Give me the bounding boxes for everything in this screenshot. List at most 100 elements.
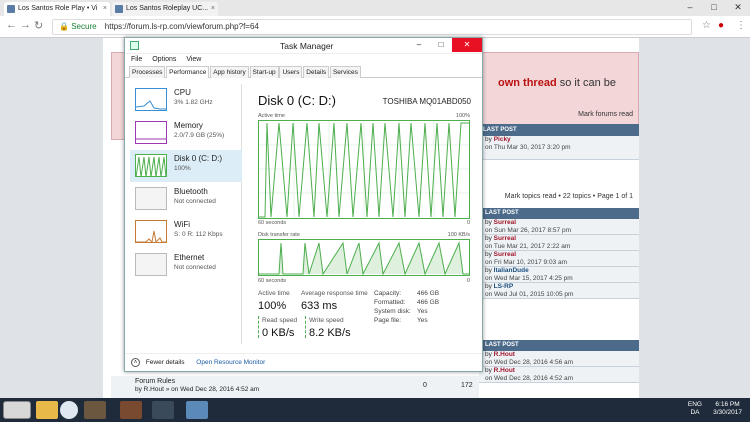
graph2-right: 0 <box>466 278 470 284</box>
window-title: Task Manager <box>280 41 334 51</box>
chevron-up-icon[interactable]: ˄ <box>131 358 140 367</box>
read-speed-value: 0 KB/s <box>262 327 295 339</box>
detail-key: Formatted: <box>374 299 406 306</box>
sidebar-item-sub: 100% <box>174 165 191 172</box>
sidebar-item-wifi[interactable]: WiFi S: 0 R: 112 Kbps <box>130 216 242 248</box>
window-controls: – □ ✕ <box>678 0 750 16</box>
taskbar: ENG DA 6:16 PM 3/30/2017 <box>0 398 750 422</box>
sidebar-item-label: Memory <box>174 121 203 130</box>
task-manager-taskbar-icon[interactable] <box>186 401 208 419</box>
close-icon[interactable]: ✕ <box>452 38 482 52</box>
secure-label: Secure <box>71 22 97 31</box>
task-manager-window: Task Manager – □ ✕ File Options View Pro… <box>124 37 483 372</box>
detail-key: Page file: <box>374 317 402 324</box>
disk-model: TOSHIBA MQ01ABD050 <box>382 97 471 106</box>
close-tab-icon[interactable]: × <box>211 2 215 16</box>
topic-pagination[interactable]: Mark topics read • 22 topics • Page 1 of… <box>505 193 633 200</box>
graph2-max: 100 KB/s <box>447 232 470 238</box>
browser-tab-strip: Los Santos Role Play • Vi × Los Santos R… <box>0 0 750 16</box>
transfer-rate-graph <box>258 239 470 276</box>
back-icon[interactable]: ← <box>6 19 17 31</box>
reload-icon[interactable]: ↻ <box>34 19 43 32</box>
sidebar-item-disk[interactable]: Disk 0 (C: D:) 100% <box>130 150 242 182</box>
write-speed-label: Write speed <box>309 317 344 324</box>
avg-response-value: 633 ms <box>301 300 338 312</box>
menu-icon[interactable]: ⋮ <box>736 20 746 31</box>
minimize-icon[interactable]: – <box>408 38 430 52</box>
bluetooth-thumbnail <box>135 187 167 210</box>
disk-detail-panel: Disk 0 (C: D:) TOSHIBA MQ01ABD050 Active… <box>253 84 479 344</box>
user-link[interactable]: Picky <box>494 136 511 143</box>
maximize-icon[interactable]: □ <box>430 38 452 52</box>
language-indicator[interactable]: ENG DA <box>688 401 702 417</box>
sidebar-item-memory[interactable]: Memory 2.0/7.9 GB (25%) <box>130 117 242 149</box>
tab-app-history[interactable]: App history <box>210 66 249 78</box>
game-icon[interactable] <box>84 401 106 419</box>
close-icon[interactable]: ✕ <box>726 0 750 16</box>
active-time-graph <box>258 120 470 219</box>
last-post-header-2: LAST POST <box>479 208 639 219</box>
transfer-rate-plot <box>259 241 469 276</box>
sidebar-item-sub: Not connected <box>174 264 216 271</box>
clock[interactable]: 6:16 PM 3/30/2017 <box>713 401 742 417</box>
tab-label: Los Santos Roleplay UC... <box>126 5 209 12</box>
sidebar-item-bluetooth[interactable]: Bluetooth Not connected <box>130 183 242 215</box>
announcement-row: by Surreal on Sun Mar 26, 2017 8:57 pm <box>479 219 639 235</box>
disk-title: Disk 0 (C: D:) <box>258 93 336 108</box>
tab-start-up[interactable]: Start-up <box>249 66 279 78</box>
cpu-thumbnail <box>135 88 167 111</box>
tab-services[interactable]: Services <box>329 66 361 78</box>
extension-icon[interactable]: ● <box>718 20 724 31</box>
sidebar-item-sub: Not connected <box>174 198 216 205</box>
fewer-details-button[interactable]: Fewer details <box>146 359 185 366</box>
minimize-icon[interactable]: – <box>678 0 702 16</box>
graph1-right: 0 <box>466 220 470 226</box>
browser-toolbar: ← → ↻ 🔒 Secure https://forum.ls-rp.com/v… <box>0 16 750 38</box>
mark-forums-read-link[interactable]: Mark forums read <box>578 111 633 118</box>
tab-processes[interactable]: Processes <box>129 66 166 78</box>
close-tab-icon[interactable]: × <box>103 2 107 16</box>
browser-tab-1[interactable]: Los Santos Role Play • Vi × <box>4 2 110 16</box>
open-resource-monitor-link[interactable]: Open Resource Monitor <box>196 359 265 366</box>
sidebar-item-label: WiFi <box>174 220 190 229</box>
topic-row: by R.Hout on Wed Dec 28, 2016 4:56 am <box>479 351 639 367</box>
menu-options[interactable]: Options <box>152 56 176 63</box>
active-time-value: 100% <box>258 300 287 312</box>
announcement-row: by LS-RP on Wed Jul 01, 2015 10:05 pm <box>479 283 639 299</box>
app-icon[interactable] <box>152 401 174 419</box>
browser-tab-2[interactable]: Los Santos Roleplay UC... × <box>112 2 218 16</box>
topic-replies: 0 <box>423 382 427 389</box>
tab-users[interactable]: Users <box>279 66 303 78</box>
menu-bar: File Options View <box>125 54 482 66</box>
announcement-row: by Surreal on Fri Mar 10, 2017 9:03 am <box>479 251 639 267</box>
detail-value: 466 GB <box>417 299 440 306</box>
topic-title[interactable]: Forum Rules <box>135 378 175 385</box>
task-manager-titlebar[interactable]: Task Manager – □ ✕ <box>125 38 482 54</box>
chrome-icon[interactable] <box>60 401 78 419</box>
sidebar-item-sub: S: 0 R: 112 Kbps <box>174 231 223 238</box>
menu-file[interactable]: File <box>131 56 142 63</box>
maximize-icon[interactable]: □ <box>702 0 726 16</box>
topic-views: 172 <box>461 382 473 389</box>
sidebar-item-ethernet[interactable]: Ethernet Not connected <box>130 249 242 281</box>
sidebar-item-cpu[interactable]: CPU 3% 1.82 GHz <box>130 84 242 116</box>
menu-view[interactable]: View <box>186 56 201 63</box>
detail-value: Yes <box>417 317 428 324</box>
graph1-left: 60 seconds <box>258 220 287 226</box>
file-explorer-icon[interactable] <box>36 401 58 419</box>
forward-icon[interactable]: → <box>20 19 31 31</box>
read-separator <box>258 316 259 338</box>
address-bar[interactable]: 🔒 Secure https://forum.ls-rp.com/viewfor… <box>52 19 692 35</box>
star-icon[interactable]: ☆ <box>702 20 711 31</box>
forum-rules-row[interactable]: Forum Rules by R.Hout » on Wed Dec 28, 2… <box>111 376 479 398</box>
active-time-label: Active time <box>258 290 290 297</box>
tab-details[interactable]: Details <box>303 66 330 78</box>
tab-performance[interactable]: Performance <box>166 66 210 78</box>
app-icon[interactable] <box>120 401 142 419</box>
write-speed-value: 8.2 KB/s <box>309 327 351 339</box>
date: 3/30/2017 <box>713 409 742 416</box>
favicon-icon <box>115 5 123 13</box>
sidebar-item-label: Ethernet <box>174 253 205 262</box>
graph1-label: Active time <box>258 113 285 119</box>
start-button[interactable] <box>3 401 31 419</box>
